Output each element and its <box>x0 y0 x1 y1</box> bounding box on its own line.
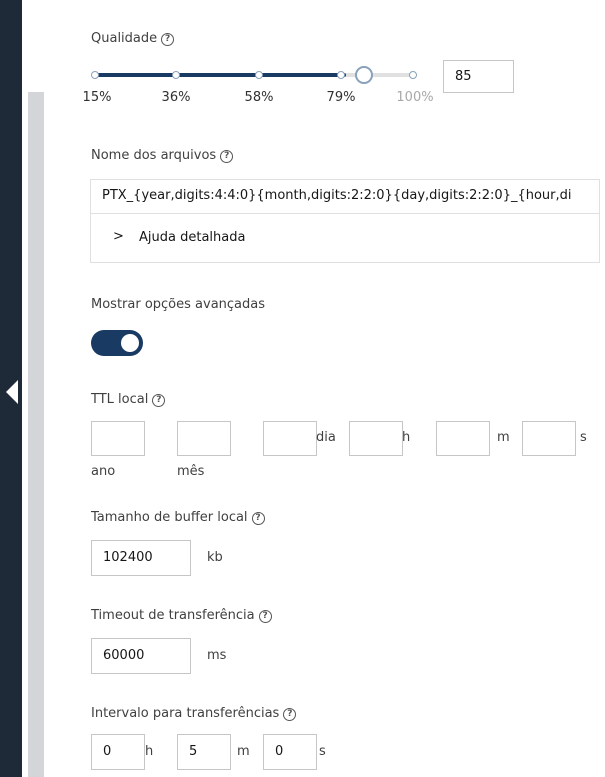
advanced-options-toggle[interactable] <box>91 330 143 356</box>
timeout-value: 60000 <box>103 648 145 663</box>
quality-label-row: Qualidade? <box>91 31 175 46</box>
ttl-label-row: TTL local? <box>91 392 166 407</box>
advanced-label: Mostrar opções avançadas <box>91 297 266 312</box>
interval-seconds-value: 0 <box>275 744 284 759</box>
interval-seconds-input[interactable]: 0 <box>263 734 317 770</box>
slider-tick-label: 58% <box>244 90 274 105</box>
filename-value: PTX_{year,digits:4:4:0}{month,digits:2:2… <box>102 188 572 203</box>
help-icon[interactable]: ? <box>283 708 297 721</box>
interval-label: Intervalo para transferências <box>91 706 280 721</box>
help-icon[interactable]: ? <box>220 150 234 163</box>
collapse-panel-button[interactable] <box>0 370 22 414</box>
ttl-label: TTL local <box>91 392 149 407</box>
quality-label: Qualidade <box>91 31 158 46</box>
timeout-label: Timeout de transferência <box>91 608 255 623</box>
ttl-minute-unit: m <box>497 430 510 445</box>
filename-panel: PTX_{year,digits:4:4:0}{month,digits:2:2… <box>90 179 600 263</box>
ttl-hour-unit: h <box>402 430 411 445</box>
interval-seconds-unit: s <box>319 744 326 759</box>
slider-step-dot <box>91 71 99 79</box>
interval-hours-input[interactable]: 0 <box>91 734 145 770</box>
slider-tick-label: 79% <box>326 90 356 105</box>
interval-minutes-input[interactable]: 5 <box>177 734 231 770</box>
slider-tick-label: 36% <box>161 90 191 105</box>
timeout-label-row: Timeout de transferência? <box>91 608 272 623</box>
buffer-label-row: Tamanho de buffer local? <box>91 510 265 525</box>
help-icon[interactable]: ? <box>258 610 272 623</box>
filename-label-row: Nome dos arquivos? <box>91 148 234 163</box>
quality-value-input[interactable]: 85 <box>443 60 514 93</box>
detailed-help-accordion[interactable]: > Ajuda detalhada <box>91 214 599 262</box>
chevron-right-icon: > <box>113 229 124 244</box>
buffer-input[interactable]: 102400 <box>91 540 191 576</box>
timeout-unit: ms <box>207 648 227 663</box>
slider-step-dot <box>172 71 180 79</box>
quality-value: 85 <box>455 69 472 84</box>
filename-input[interactable]: PTX_{year,digits:4:4:0}{month,digits:2:2… <box>91 180 599 214</box>
buffer-unit: kb <box>207 550 223 565</box>
quality-slider-fill <box>95 73 347 77</box>
quality-slider-handle[interactable] <box>355 66 374 84</box>
ttl-hour-input[interactable] <box>349 421 403 456</box>
filename-label: Nome dos arquivos <box>91 148 217 163</box>
interval-hours-value: 0 <box>103 744 112 759</box>
slider-step-dot <box>409 71 417 79</box>
detailed-help-label: Ajuda detalhada <box>139 230 246 245</box>
ttl-day-unit: dia <box>316 430 336 445</box>
help-icon[interactable]: ? <box>161 33 175 46</box>
ttl-month-label: mês <box>177 464 205 479</box>
scrollbar[interactable] <box>28 92 44 777</box>
slider-tick-label: 15% <box>82 90 112 105</box>
ttl-day-input[interactable] <box>263 421 317 456</box>
ttl-year-label: ano <box>91 464 116 479</box>
chevron-left-icon <box>6 380 18 404</box>
ttl-year-input[interactable] <box>91 421 145 456</box>
interval-label-row: Intervalo para transferências? <box>91 706 297 721</box>
slider-step-dot <box>255 71 263 79</box>
help-icon[interactable]: ? <box>152 394 166 407</box>
slider-tick-label: 100% <box>396 90 434 105</box>
ttl-second-input[interactable] <box>522 421 576 456</box>
interval-minutes-unit: m <box>237 744 250 759</box>
slider-step-dot <box>337 71 345 79</box>
help-icon[interactable]: ? <box>251 512 265 525</box>
ttl-second-unit: s <box>580 430 587 445</box>
ttl-month-input[interactable] <box>177 421 231 456</box>
timeout-input[interactable]: 60000 <box>91 638 191 674</box>
buffer-value: 102400 <box>103 550 153 565</box>
interval-minutes-value: 5 <box>189 744 198 759</box>
interval-hours-unit: h <box>145 744 154 759</box>
ttl-minute-input[interactable] <box>436 421 490 456</box>
toggle-knob <box>121 334 139 352</box>
buffer-label: Tamanho de buffer local <box>91 510 248 525</box>
